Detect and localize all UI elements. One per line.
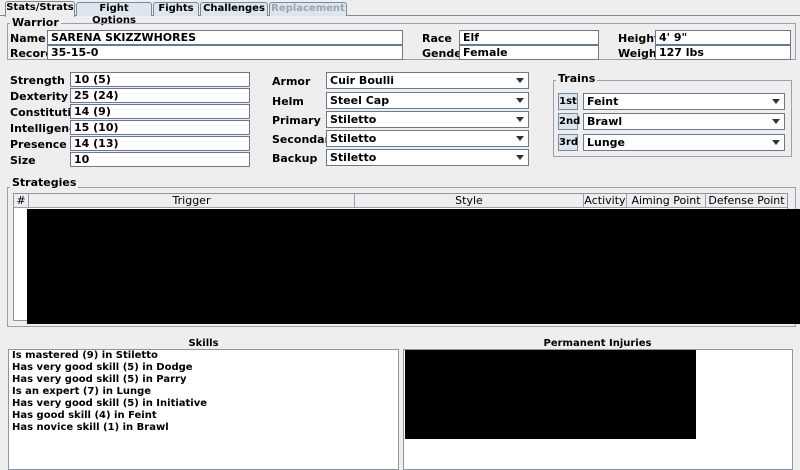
- list-item: Is mastered (9) in Stiletto: [12, 350, 158, 361]
- list-item: Has good skill (4) in Feint: [12, 410, 157, 421]
- train-select-2[interactable]: Brawl: [583, 113, 785, 130]
- stat-field-intelligence[interactable]: 15 (10): [70, 120, 250, 135]
- stat-field-presence[interactable]: 14 (13): [70, 136, 250, 151]
- tab-stats-strats[interactable]: Stats/Strats: [5, 1, 75, 17]
- stat-label-size: Size: [10, 154, 36, 167]
- redacted-injuries: [405, 350, 696, 439]
- list-item: Is an expert (7) in Lunge: [12, 386, 152, 397]
- column-header-trigger[interactable]: Trigger: [29, 194, 355, 208]
- secondary-weapon-select[interactable]: Stiletto: [326, 130, 529, 147]
- height-field[interactable]: 4' 9": [655, 30, 791, 45]
- tab-fights[interactable]: Fights: [153, 2, 199, 16]
- tab-challenges[interactable]: Challenges: [200, 2, 268, 16]
- tab-label: Fights: [158, 3, 194, 14]
- list-item: Has very good skill (5) in Dodge: [12, 362, 193, 373]
- train-select-1[interactable]: Feint: [583, 93, 785, 110]
- name-field[interactable]: SARENA SKIZZWHORES: [47, 30, 403, 45]
- stat-field-constitution[interactable]: 14 (9): [70, 104, 250, 119]
- race-field[interactable]: Elf: [459, 30, 599, 45]
- list-item: Has very good skill (5) in Initiative: [12, 398, 208, 409]
- armor-select[interactable]: Cuir Boulli: [326, 72, 529, 89]
- helm-label: Helm: [272, 95, 304, 108]
- stat-field-dexterity[interactable]: 25 (24): [70, 88, 250, 103]
- stat-label-dexterity: Dexterity: [10, 90, 69, 103]
- gender-field[interactable]: Female: [459, 45, 599, 60]
- helm-select[interactable]: Steel Cap: [326, 92, 529, 109]
- record-field[interactable]: 35-15-0: [47, 45, 403, 60]
- train-order-2nd[interactable]: 2nd: [558, 113, 580, 130]
- primary-value: Stiletto: [330, 113, 377, 126]
- stat-field-size[interactable]: 10: [70, 152, 250, 167]
- train-order-3rd[interactable]: 3rd: [558, 134, 578, 151]
- train-value: Lunge: [587, 136, 626, 149]
- column-header-activity[interactable]: Activity: [584, 194, 627, 208]
- chevron-down-icon: [516, 78, 524, 83]
- armor-value: Cuir Boulli: [330, 74, 395, 87]
- stat-label-presence: Presence: [10, 138, 67, 151]
- train-value: Feint: [587, 95, 619, 108]
- column-header-aiming-point[interactable]: Aiming Point: [627, 194, 706, 208]
- name-label: Name: [10, 32, 46, 45]
- stat-field-strength[interactable]: 10 (5): [70, 72, 250, 87]
- tab-label: Challenges: [203, 3, 265, 14]
- chevron-down-icon: [772, 119, 780, 124]
- height-label: Height: [618, 32, 660, 45]
- race-label: Race: [422, 32, 452, 45]
- train-order-1st[interactable]: 1st: [558, 93, 578, 110]
- secondary-value: Stiletto: [330, 132, 377, 145]
- trains-group-title: Trains: [556, 72, 598, 85]
- tab-label: Stats/Strats: [6, 2, 74, 13]
- backup-value: Stiletto: [330, 151, 377, 164]
- chevron-down-icon: [516, 155, 524, 160]
- strategies-group-title: Strategies: [10, 176, 79, 189]
- column-header-style[interactable]: Style: [355, 194, 584, 208]
- train-value: Brawl: [587, 115, 623, 128]
- column-header-number[interactable]: #: [14, 194, 29, 208]
- chevron-down-icon: [516, 98, 524, 103]
- armor-label: Armor: [272, 75, 311, 88]
- redacted-strategies: [27, 209, 800, 324]
- column-header-defense-point[interactable]: Defense Point: [706, 194, 787, 208]
- primary-weapon-select[interactable]: Stiletto: [326, 111, 529, 128]
- chevron-down-icon: [772, 140, 780, 145]
- primary-label: Primary: [272, 114, 321, 127]
- helm-value: Steel Cap: [330, 94, 390, 107]
- list-item: Has very good skill (5) in Parry: [12, 374, 187, 385]
- backup-weapon-select[interactable]: Stiletto: [326, 149, 529, 166]
- train-select-3[interactable]: Lunge: [583, 134, 785, 151]
- list-item: Has novice skill (1) in Brawl: [12, 422, 169, 433]
- tab-replacement: Replacement: [269, 2, 347, 16]
- chevron-down-icon: [772, 99, 780, 104]
- chevron-down-icon: [516, 117, 524, 122]
- tab-label: Replacement: [271, 3, 345, 14]
- backup-label: Backup: [272, 152, 318, 165]
- tab-fight-options[interactable]: Fight Options: [76, 2, 152, 26]
- warrior-group-title: Warrior: [10, 16, 61, 29]
- skills-list[interactable]: Is mastered (9) in Stiletto Has very goo…: [8, 349, 399, 470]
- stat-label-strength: Strength: [10, 74, 65, 87]
- chevron-down-icon: [516, 136, 524, 141]
- weight-field[interactable]: 127 lbs: [655, 45, 791, 60]
